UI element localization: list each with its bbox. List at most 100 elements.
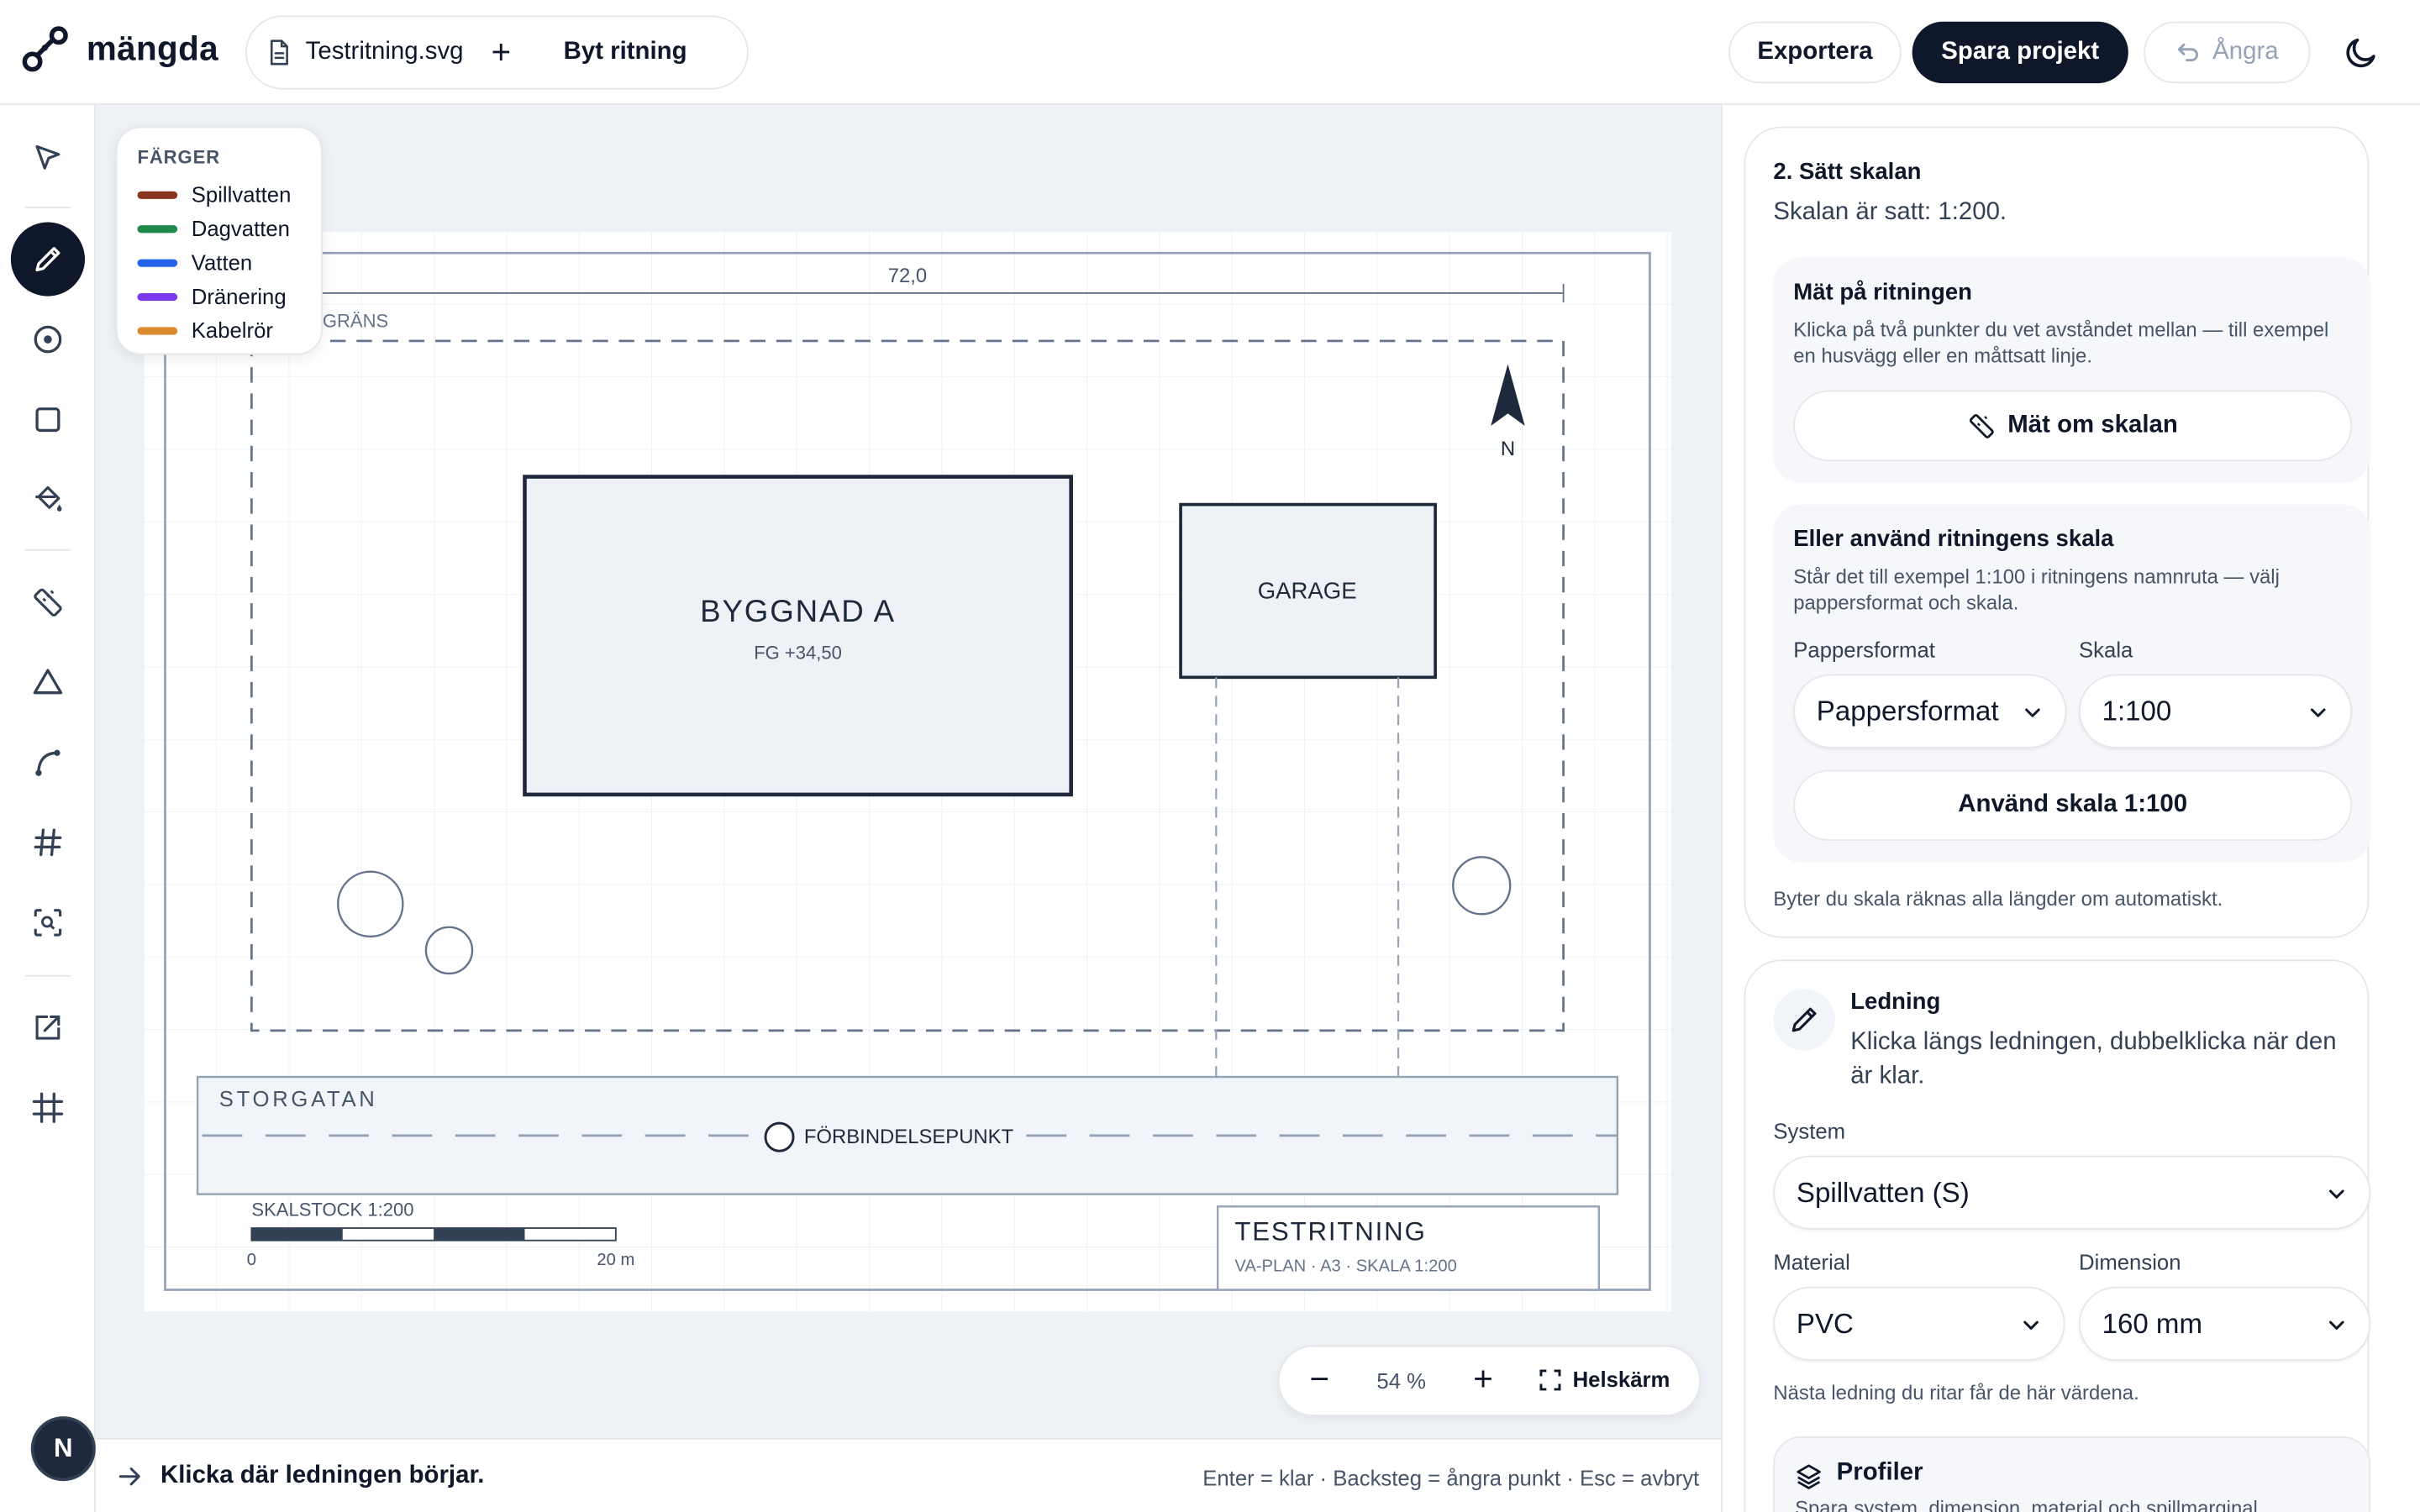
- scalebar-end: 20 m: [597, 1251, 634, 1269]
- export-button[interactable]: Exportera: [1728, 21, 1902, 84]
- paper-format-value: Pappersformat: [1816, 696, 1999, 727]
- apply-scale-button[interactable]: Använd skala 1:100: [1793, 769, 2353, 842]
- drawing-sheet[interactable]: 72,0 GRÄNS BYGGNAD A FG +34,50 GARAGE N: [143, 231, 1672, 1312]
- layers-icon: [1797, 1464, 1821, 1489]
- pipe-description: Klicka längs ledningen, dubbelklicka när…: [1850, 1029, 2337, 1089]
- paper-format-select[interactable]: Pappersformat: [1793, 674, 2067, 748]
- system-select[interactable]: Spillvatten (S): [1773, 1155, 2371, 1230]
- top-bar: mängda Testritning.svg + Byt ritning Exp…: [0, 0, 2420, 105]
- tool-measure[interactable]: [11, 564, 85, 638]
- tool-export[interactable]: [11, 990, 85, 1064]
- legend-item: Dagvatten: [137, 212, 301, 245]
- legend-swatch: [137, 258, 178, 266]
- chevron-down-icon: [2328, 1189, 2344, 1199]
- legend-swatch: [137, 190, 178, 199]
- curve-icon: [35, 749, 60, 776]
- brand[interactable]: mängda: [22, 24, 218, 74]
- connection-label: FÖRBINDELSEPUNKT: [804, 1126, 1014, 1148]
- measure-title: Mät på ritningen: [1793, 279, 1973, 306]
- target-icon: [34, 325, 62, 354]
- zoom-level: 54 %: [1376, 1368, 1427, 1394]
- tool-rectangle[interactable]: [11, 383, 85, 457]
- tool-zoom-area[interactable]: [11, 885, 85, 959]
- legend-label: Vatten: [191, 249, 253, 275]
- color-legend: FÄRGER Spillvatten Dagvatten Vatten Drän…: [115, 126, 323, 355]
- file-switcher: Testritning.svg + Byt ritning: [245, 15, 749, 90]
- moon-icon[interactable]: [2343, 34, 2380, 71]
- chevron-down-icon: [2022, 701, 2044, 724]
- dimension-select[interactable]: 160 mm: [2079, 1286, 2371, 1361]
- scale-select[interactable]: 1:100: [2079, 674, 2353, 748]
- tool-divider: [24, 207, 71, 208]
- switch-drawing-button[interactable]: Byt ritning: [564, 39, 687, 66]
- paper-format-label: Pappersformat: [1793, 637, 1935, 662]
- pencil-icon: [35, 247, 60, 272]
- material-select[interactable]: PVC: [1773, 1286, 2065, 1361]
- paint-bucket-icon: [35, 486, 62, 512]
- dimension-value: 72,0: [888, 265, 927, 287]
- legend-item: Dränering: [137, 279, 301, 312]
- file-icon: [270, 39, 288, 66]
- zoom-in-button[interactable]: +: [1465, 1359, 1502, 1402]
- legend-item: Spillvatten: [137, 177, 301, 211]
- garage-label: GARAGE: [1258, 578, 1357, 604]
- avatar[interactable]: N: [30, 1416, 96, 1482]
- undo-button[interactable]: Ångra: [2144, 21, 2311, 84]
- remeasure-label: Mät om skalan: [2007, 412, 2178, 438]
- scalebar-label: SKALSTOCK 1:200: [251, 1199, 413, 1220]
- scale-step-title: 2. Sätt skalan: [1773, 159, 1922, 186]
- tool-point[interactable]: [11, 302, 85, 376]
- drawing-scale-section: Eller använd ritningens skala Står det t…: [1773, 504, 2371, 863]
- scalebar-start: 0: [247, 1251, 256, 1269]
- system-label: System: [1773, 1118, 1846, 1143]
- tool-curve[interactable]: [11, 725, 85, 799]
- tool-frame[interactable]: [11, 1071, 85, 1145]
- pencil-icon: [1791, 1007, 1817, 1032]
- ruler-icon: [34, 588, 62, 617]
- legend-label: Kabelrör: [191, 318, 273, 343]
- save-project-button[interactable]: Spara projekt: [1912, 21, 2128, 84]
- fullscreen-icon: [1539, 1368, 1561, 1390]
- brand-name: mängda: [86, 29, 219, 68]
- hash-icon: [34, 828, 62, 857]
- tool-divider: [24, 549, 71, 551]
- tool-pen[interactable]: [10, 222, 86, 297]
- tool-area[interactable]: [11, 645, 85, 719]
- site-plan[interactable]: 72,0 GRÄNS BYGGNAD A FG +34,50 GARAGE N: [143, 231, 1672, 1312]
- app-root: mängda Testritning.svg + Byt ritning Exp…: [0, 0, 2420, 1512]
- drawing-scale-title: Eller använd ritningens skala: [1793, 526, 2114, 553]
- system-value: Spillvatten (S): [1796, 1177, 1970, 1209]
- material-label: Material: [1773, 1249, 1850, 1275]
- legend-title: FÄRGER: [137, 146, 221, 169]
- building-a: [523, 475, 1073, 797]
- scale-value: 1:100: [2102, 696, 2172, 727]
- undo-label: Ångra: [2212, 38, 2279, 66]
- tool-grid[interactable]: [11, 806, 85, 879]
- undo-icon: [2177, 43, 2198, 62]
- fullscreen-button[interactable]: Helskärm: [1539, 1367, 1670, 1392]
- measure-description: Klicka på två punkter du vet avståndet m…: [1793, 318, 2329, 368]
- measure-section: Mät på ritningen Klicka på två punkter d…: [1773, 257, 2371, 483]
- profiles-section[interactable]: Profiler Spara system, dimension, materi…: [1773, 1436, 2371, 1512]
- tool-select[interactable]: [11, 120, 85, 194]
- pipe-footnote: Nästa ledning du ritar får de här värden…: [1773, 1380, 2139, 1404]
- scale-label: Skala: [2079, 637, 2133, 662]
- pipe-card: Ledning Klicka längs ledningen, dubbelkl…: [1744, 959, 2371, 1512]
- zoom-out-button[interactable]: −: [1301, 1359, 1338, 1402]
- titleblock-sub: VA-PLAN · A3 · SKALA 1:200: [1234, 1257, 1456, 1275]
- remeasure-scale-button[interactable]: Mät om skalan: [1793, 390, 2353, 462]
- material-value: PVC: [1796, 1308, 1854, 1340]
- legend-item: Kabelrör: [137, 313, 301, 347]
- chevron-down-icon: [2328, 1320, 2344, 1330]
- legend-item: Vatten: [137, 245, 301, 279]
- profiles-title: Profiler: [1836, 1459, 1923, 1486]
- tool-sidebar: N: [0, 104, 96, 1512]
- chevron-down-icon: [2310, 708, 2326, 717]
- ruler-icon: [1969, 413, 1994, 438]
- tool-fill[interactable]: [11, 463, 85, 537]
- file-name[interactable]: Testritning.svg: [306, 39, 464, 66]
- legend-label: Dagvatten: [191, 216, 290, 241]
- drawing-scale-description: Står det till exempel 1:100 i ritningens…: [1793, 564, 2280, 615]
- add-file-button[interactable]: +: [492, 34, 512, 69]
- drawing-canvas[interactable]: 72,0 GRÄNS BYGGNAD A FG +34,50 GARAGE N: [95, 104, 1721, 1438]
